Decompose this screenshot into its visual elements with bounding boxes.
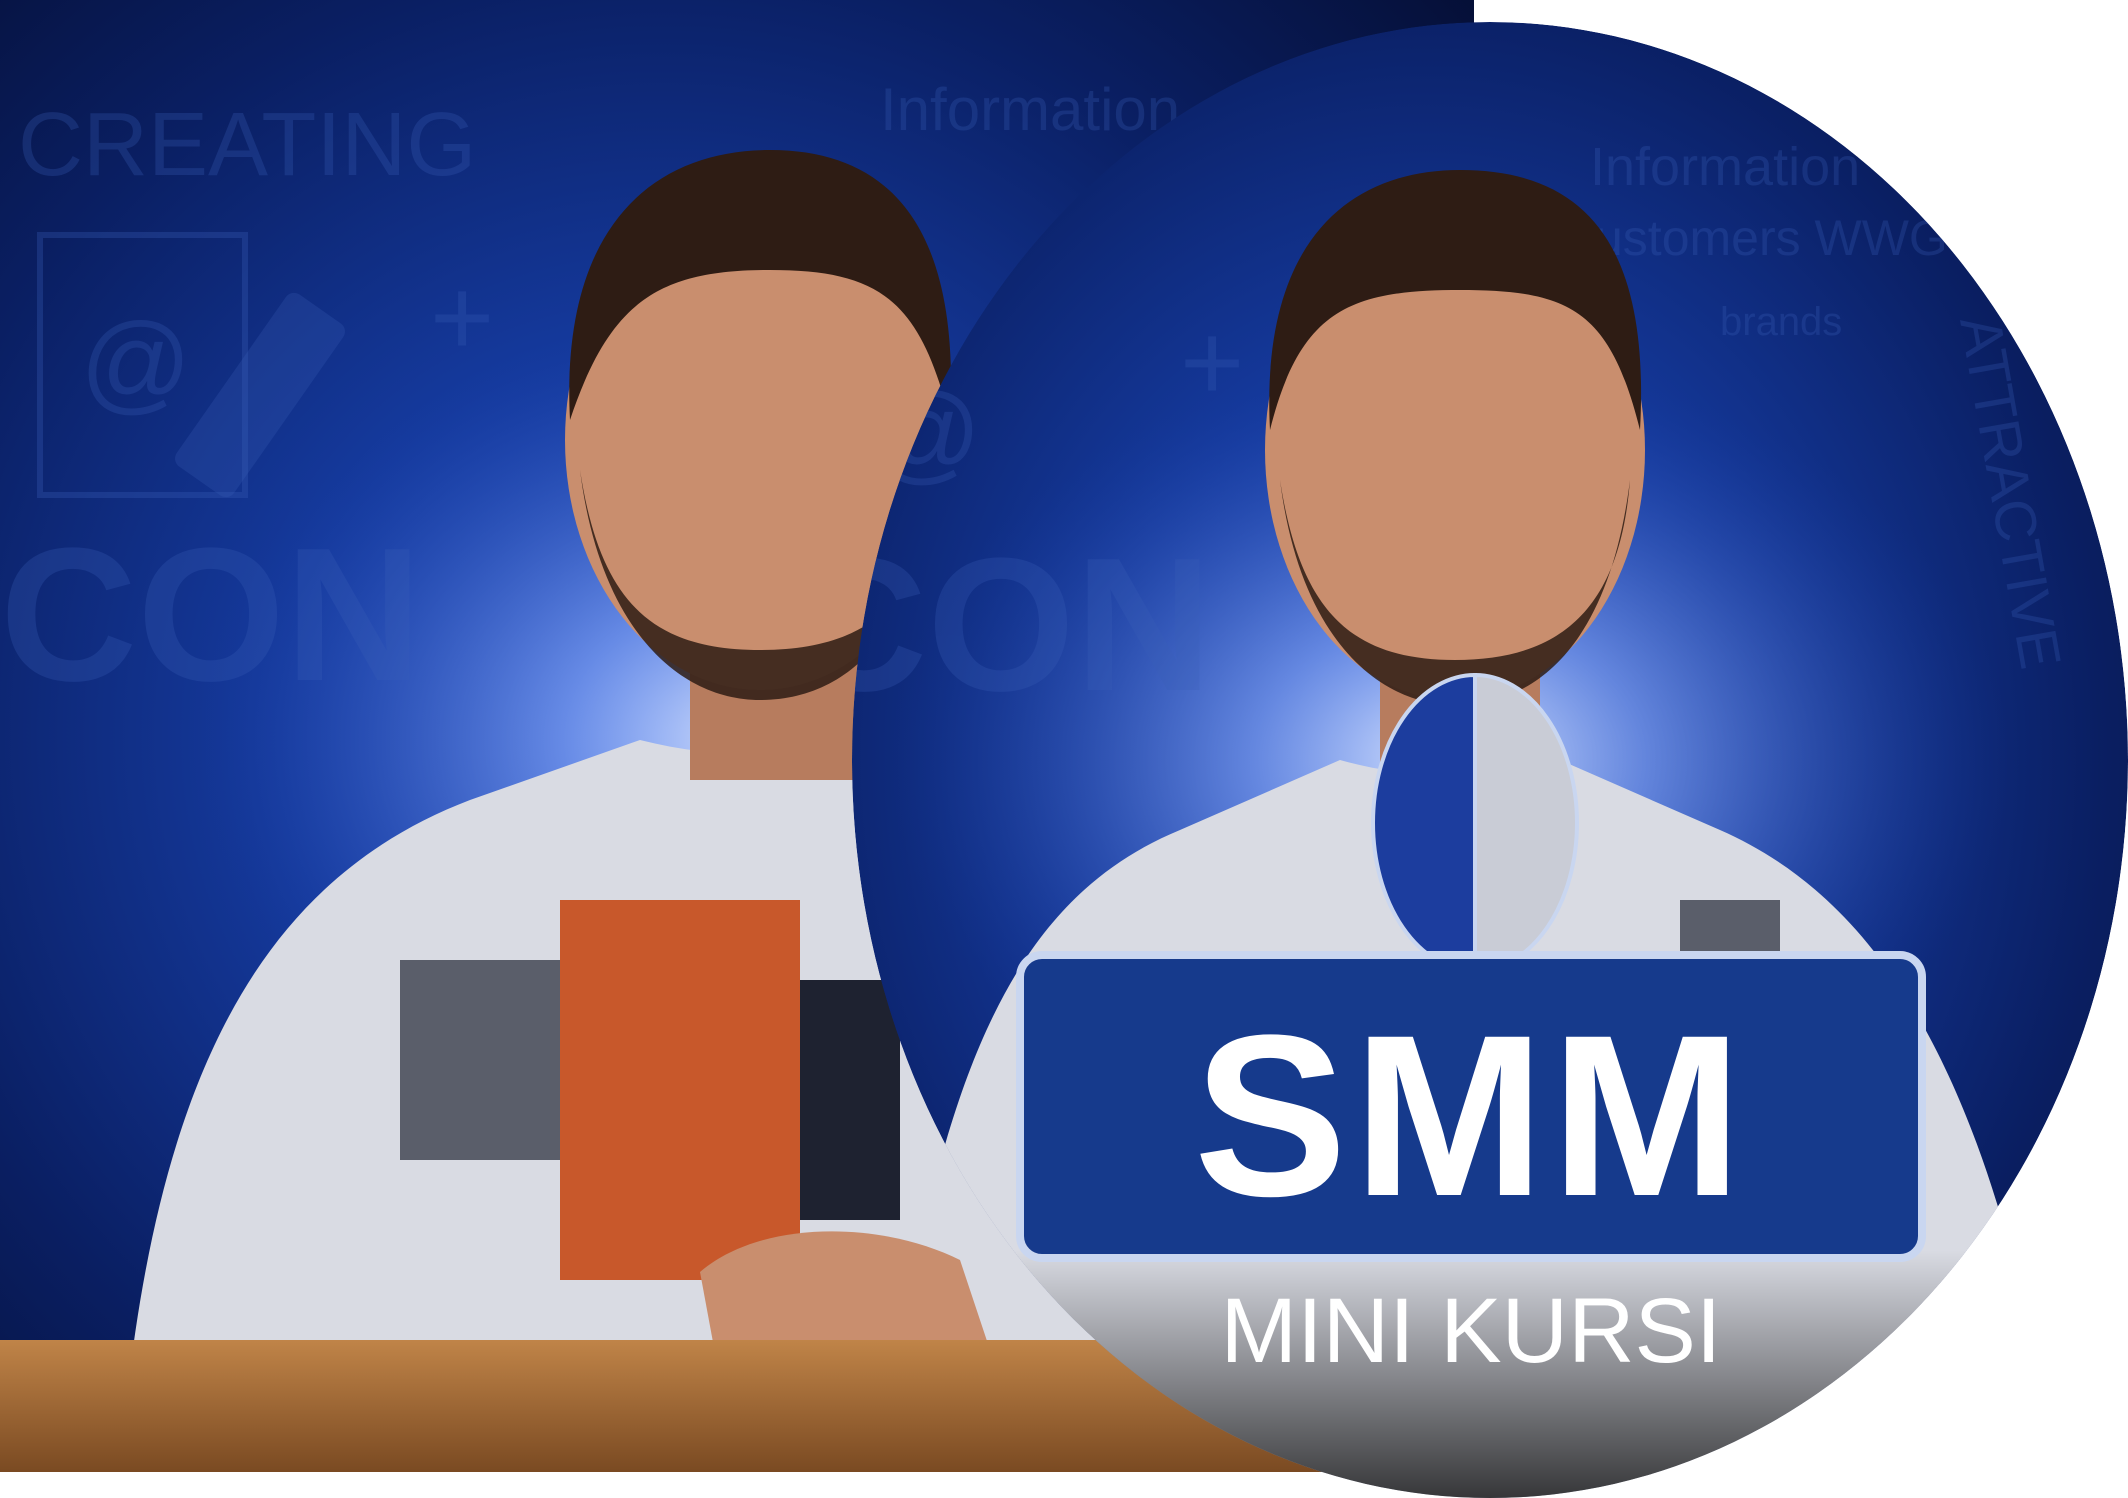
badge-title: SMM xyxy=(1194,987,1749,1244)
bg-word-customers: customers WWG xyxy=(1570,210,1948,266)
bg-word-brands: brands xyxy=(1720,300,1842,344)
plus-icon: + xyxy=(430,256,494,379)
promo-svg: CREATING CON Information @ + CON Informa… xyxy=(0,0,2128,1498)
smm-badge: SMM xyxy=(1016,951,1926,1262)
promo-graphic: CREATING CON Information @ + CON Informa… xyxy=(0,0,2128,1498)
badge-subtitle: MINI KURSI xyxy=(1221,1280,1722,1382)
shirt-logo-left xyxy=(560,900,800,1280)
bg-word-creating: CREATING xyxy=(18,95,476,195)
bg-word-information-left: Information xyxy=(880,76,1180,143)
at-sign-icon: @ xyxy=(80,301,192,424)
half-circle-icon xyxy=(1371,672,1579,974)
bg-word-con: CON xyxy=(0,509,422,721)
bg-word-information-right: Information xyxy=(1590,137,1860,197)
plus-icon-right: + xyxy=(1180,301,1244,424)
